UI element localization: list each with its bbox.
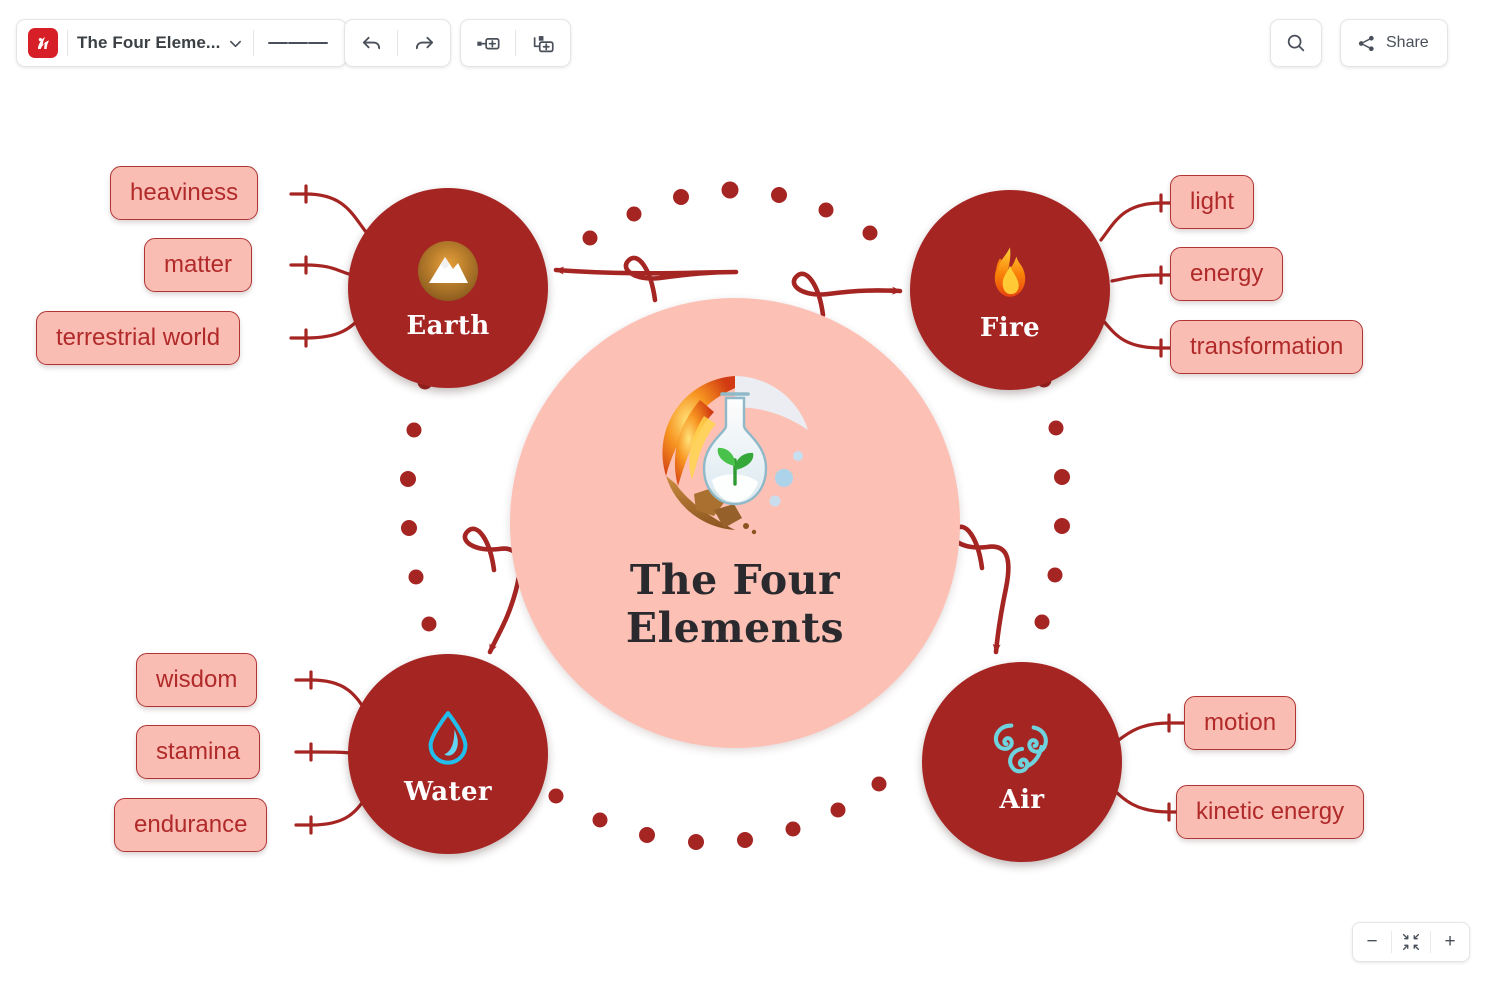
connector-center-to-earth: [553, 255, 739, 303]
central-title-line-2: Elements: [625, 604, 845, 653]
mindmap-canvas[interactable]: The Four Elements Earth heaviness matter…: [0, 0, 1490, 981]
share-icon: [1356, 33, 1377, 54]
connector-air-motion: [1114, 721, 1186, 744]
mountain-icon: [412, 235, 484, 307]
fit-to-screen-icon[interactable]: [1392, 923, 1430, 961]
air-spiral-icon: [986, 709, 1058, 781]
mindmap-logo-icon[interactable]: [28, 28, 58, 58]
hamburger-menu-icon[interactable]: [254, 39, 342, 47]
flame-icon: [974, 237, 1046, 309]
connector-fire-light: [1099, 201, 1178, 242]
leaf-air-kinetic-energy[interactable]: kinetic energy: [1176, 785, 1365, 839]
leaf-air-motion[interactable]: motion: [1184, 696, 1297, 750]
zoom-in-button[interactable]: +: [1431, 923, 1469, 961]
connector-air-kinetic: [1108, 784, 1186, 814]
branch-label-air: Air: [999, 785, 1045, 815]
leaf-earth-terrestrial-world[interactable]: terrestrial world: [36, 311, 241, 365]
four-elements-flask-illustration: [642, 360, 828, 546]
top-toolbar: The Four Eleme... Share: [0, 0, 1490, 88]
branch-node-earth[interactable]: Earth: [348, 188, 548, 388]
search-button[interactable]: [1270, 19, 1322, 67]
water-drop-icon: [412, 701, 484, 773]
leaf-earth-matter[interactable]: matter: [144, 238, 253, 292]
central-title-line-1: The Four: [629, 556, 841, 604]
zoom-controls: − +: [1352, 922, 1470, 962]
connector-earth-heaviness: [289, 192, 368, 234]
leaf-water-endurance[interactable]: endurance: [114, 798, 268, 852]
redo-icon[interactable]: [398, 20, 450, 66]
connector-center-to-air: [950, 524, 1011, 655]
history-group: [344, 19, 451, 67]
connector-earth-matter: [289, 263, 351, 276]
branch-node-air[interactable]: Air: [922, 662, 1122, 862]
undo-icon[interactable]: [345, 20, 397, 66]
branch-node-water[interactable]: Water: [348, 654, 548, 854]
leaf-fire-light[interactable]: light: [1170, 175, 1255, 229]
document-group: The Four Eleme...: [16, 19, 348, 67]
search-icon[interactable]: [1271, 20, 1321, 66]
connector-water-stamina: [294, 750, 352, 755]
leaf-earth-heaviness[interactable]: heaviness: [110, 166, 259, 220]
document-title[interactable]: The Four Eleme...: [68, 33, 223, 53]
share-label: Share: [1386, 34, 1429, 51]
leaf-water-wisdom[interactable]: wisdom: [136, 653, 258, 707]
add-sibling-topic-icon[interactable]: [461, 20, 515, 66]
zoom-out-button[interactable]: −: [1353, 923, 1391, 961]
branch-node-fire[interactable]: Fire: [910, 190, 1110, 390]
branch-label-earth: Earth: [406, 311, 490, 341]
add-subtopic-icon[interactable]: [516, 20, 570, 66]
chevron-down-icon[interactable]: [228, 36, 243, 51]
branch-label-water: Water: [403, 777, 493, 807]
share-button[interactable]: Share: [1340, 19, 1448, 67]
branch-label-fire: Fire: [979, 313, 1041, 343]
central-topic-title: The Four Elements: [626, 556, 844, 653]
central-topic-node[interactable]: The Four Elements: [510, 298, 960, 748]
connector-fire-energy: [1110, 273, 1178, 283]
leaf-water-stamina[interactable]: stamina: [136, 725, 261, 779]
connector-center-to-fire: [791, 271, 903, 318]
leaf-fire-energy[interactable]: energy: [1170, 247, 1284, 301]
add-topic-group: [460, 19, 571, 67]
mindmap-application: The Four Elements Earth heaviness matter…: [0, 0, 1490, 981]
connector-fire-transformation: [1099, 316, 1178, 350]
leaf-fire-transformation[interactable]: transformation: [1170, 320, 1364, 374]
